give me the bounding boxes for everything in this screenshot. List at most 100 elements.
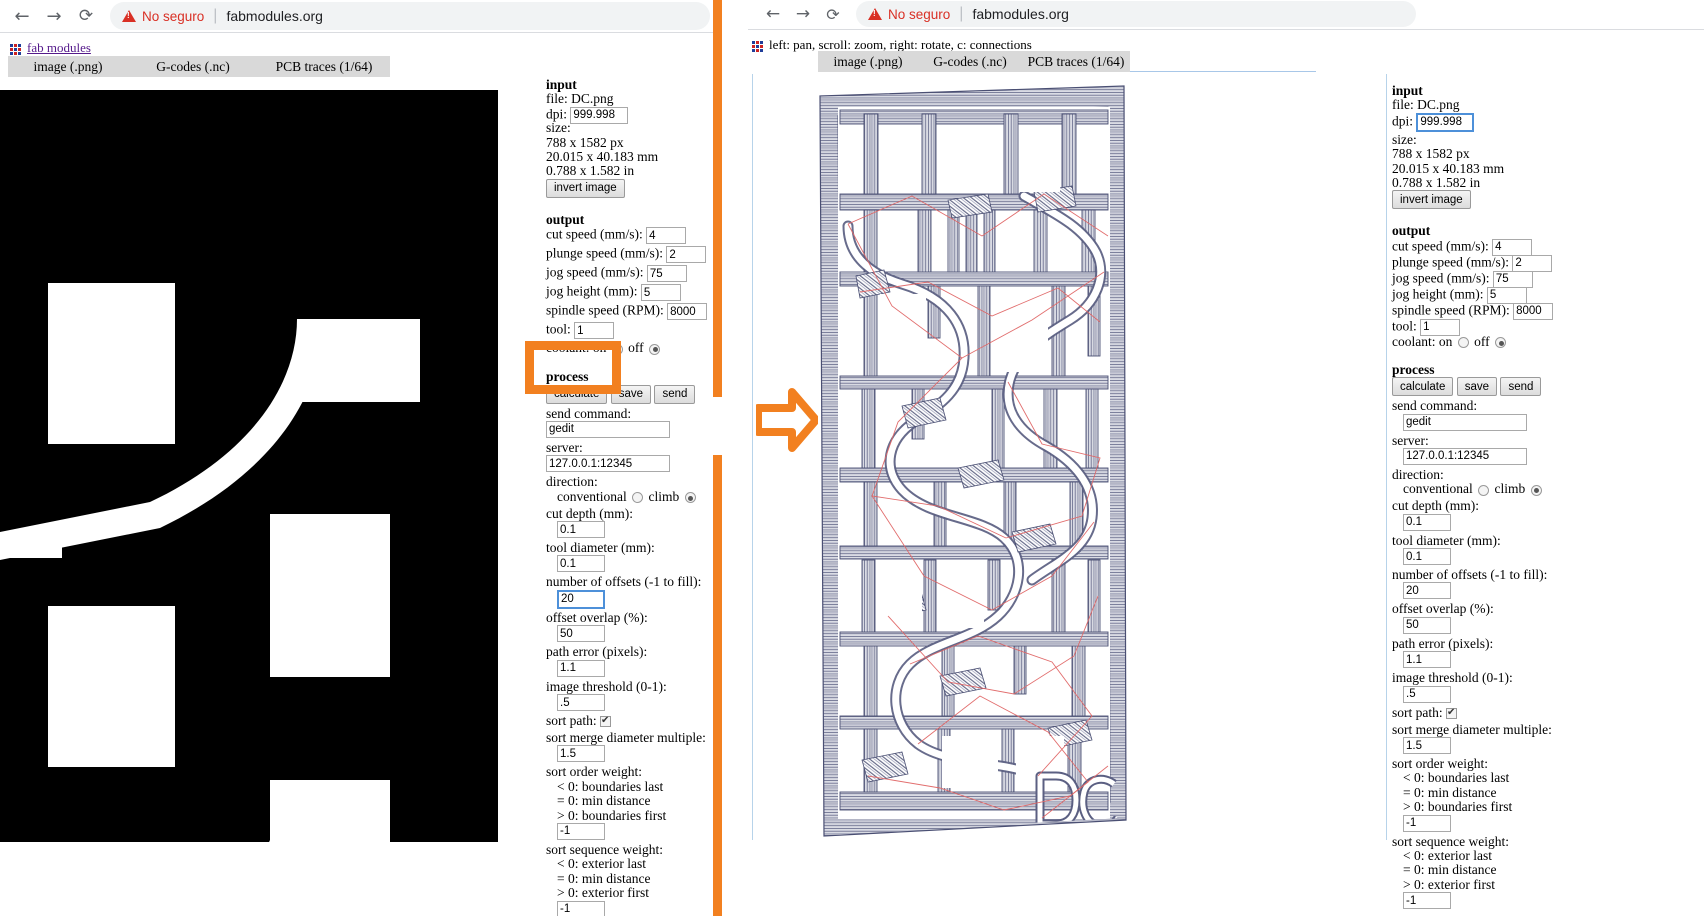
direction-climb-radio[interactable] [684, 492, 696, 504]
offsets-input[interactable] [557, 589, 605, 609]
tab-image-png[interactable]: image (.png) [818, 54, 918, 70]
reload-icon[interactable]: ⟳ [818, 0, 848, 28]
path-error-input[interactable] [557, 659, 605, 677]
sort-order-input[interactable] [557, 822, 605, 840]
cut-depth-label: cut depth (mm): [546, 505, 633, 521]
fab-modules-link[interactable]: fab modules [27, 40, 91, 56]
spindle-speed-input[interactable] [667, 303, 708, 321]
cut-speed-row: cut speed (mm/s): [1392, 238, 1572, 256]
save-button[interactable]: save [1456, 377, 1498, 397]
input-heading: input [546, 77, 577, 92]
coolant-off-label: off [628, 340, 644, 356]
jog-speed-input[interactable] [646, 265, 687, 283]
overlap-input[interactable] [1403, 616, 1451, 634]
cut-speed-row: cut speed (mm/s): [546, 227, 716, 246]
tab-pcb-traces[interactable]: PCB traces (1/64) [1022, 54, 1130, 70]
send-command-input[interactable] [546, 420, 670, 438]
sort-merge-row [1392, 737, 1572, 757]
spindle-speed-label: spindle speed (RPM): [1392, 302, 1510, 318]
sort-sequence-eq: = 0: min distance [557, 870, 651, 886]
tool-label: tool: [1392, 318, 1417, 334]
sort-path-row: sort path: [1392, 705, 1572, 723]
calculate-highlight-box [525, 341, 621, 394]
send-command-input[interactable] [1403, 413, 1527, 431]
plunge-speed-label: plunge speed (mm/s): [546, 245, 663, 261]
direction-conventional-label: conventional [557, 488, 627, 504]
dpi-input[interactable] [1416, 112, 1475, 132]
direction-row: conventional climb [1392, 482, 1572, 499]
path-error-input[interactable] [1403, 651, 1451, 669]
offsets-row [1392, 582, 1572, 602]
sort-path-checkbox[interactable] [600, 714, 611, 729]
direction-conventional-radio[interactable] [1478, 484, 1490, 496]
coolant-off-radio[interactable] [649, 343, 660, 355]
overlap-row [546, 625, 716, 645]
direction-label: direction: [546, 474, 598, 490]
jog-height-input[interactable] [640, 284, 681, 302]
sort-sequence-input[interactable] [1403, 892, 1451, 910]
sort-sequence-input[interactable] [557, 900, 605, 916]
invert-image-button[interactable]: invert image [546, 178, 625, 198]
trace-notch [250, 780, 310, 842]
tool-diameter-input[interactable] [557, 555, 605, 573]
direction-row: conventional climb [546, 488, 716, 507]
tool-diameter-label: tool diameter (mm): [1392, 532, 1501, 548]
calculate-button[interactable]: calculate [1392, 377, 1454, 397]
threshold-input[interactable] [1403, 685, 1451, 703]
tab-gcodes-nc[interactable]: G-codes (.nc) [918, 54, 1022, 70]
sort-path-checkbox[interactable] [1446, 706, 1457, 720]
sort-order-lt: < 0: boundaries last [1403, 770, 1510, 786]
plunge-speed-input[interactable] [1512, 254, 1553, 272]
cut-speed-input[interactable] [1492, 238, 1533, 256]
toolpath-viewport[interactable] [752, 76, 1382, 840]
dpi-input[interactable] [570, 106, 629, 124]
cut-speed-input[interactable] [646, 227, 687, 245]
overlap-input[interactable] [557, 625, 605, 643]
sort-order-row [546, 822, 716, 843]
direction-conventional-radio[interactable] [632, 492, 644, 504]
warning-triangle-icon [122, 10, 136, 22]
jog-height-input[interactable] [1486, 286, 1527, 304]
direction-climb-radio[interactable] [1530, 484, 1542, 496]
tool-diameter-input[interactable] [1403, 548, 1451, 566]
output-heading: output [546, 211, 585, 227]
tool-row: tool: [546, 322, 716, 341]
cut-depth-input[interactable] [1403, 513, 1451, 531]
divider-bar-top [713, 0, 722, 397]
offsets-input[interactable] [1403, 582, 1451, 600]
coolant-off-radio[interactable] [1495, 337, 1506, 349]
tool-input[interactable] [574, 322, 615, 340]
arrow-left-icon[interactable]: ← [6, 0, 38, 32]
jog-speed-row: jog speed (mm/s): [1392, 270, 1572, 288]
send-button[interactable]: send [1500, 377, 1542, 397]
tab-image-png[interactable]: image (.png) [8, 59, 128, 75]
output-heading: output [1392, 223, 1431, 239]
address-bar[interactable]: No seguro | fabmodules.org [110, 2, 710, 30]
sort-merge-input[interactable] [1403, 737, 1451, 755]
server-input[interactable] [546, 455, 670, 473]
cut-depth-input[interactable] [557, 521, 605, 539]
process-heading: process [1392, 361, 1435, 377]
right-toolbar-divider [748, 29, 1704, 30]
address-bar[interactable]: No seguro | fabmodules.org [856, 1, 1416, 27]
arrow-right-icon[interactable]: → [38, 0, 70, 32]
arrow-right-icon[interactable]: → [788, 0, 818, 28]
jog-speed-input[interactable] [1492, 270, 1533, 288]
send-button[interactable]: send [654, 384, 696, 404]
tab-gcodes-nc[interactable]: G-codes (.nc) [128, 59, 258, 75]
png-preview-image[interactable] [0, 90, 498, 842]
sort-order-input[interactable] [1403, 814, 1451, 832]
threshold-input[interactable] [557, 694, 605, 712]
process-buttons-row: calculate save send [1392, 377, 1572, 399]
reload-icon[interactable]: ⟳ [70, 0, 102, 32]
arrow-left-icon[interactable]: ← [758, 0, 788, 28]
coolant-on-radio[interactable] [1457, 337, 1469, 349]
spindle-speed-input[interactable] [1513, 302, 1554, 320]
sort-merge-input[interactable] [557, 745, 605, 763]
server-input[interactable] [1403, 447, 1527, 465]
cut-depth-label: cut depth (mm): [1392, 498, 1479, 514]
sort-sequence-eq: = 0: min distance [1403, 862, 1497, 878]
tab-pcb-traces[interactable]: PCB traces (1/64) [258, 59, 390, 75]
invert-image-button[interactable]: invert image [1392, 190, 1471, 210]
plunge-speed-input[interactable] [666, 246, 707, 264]
